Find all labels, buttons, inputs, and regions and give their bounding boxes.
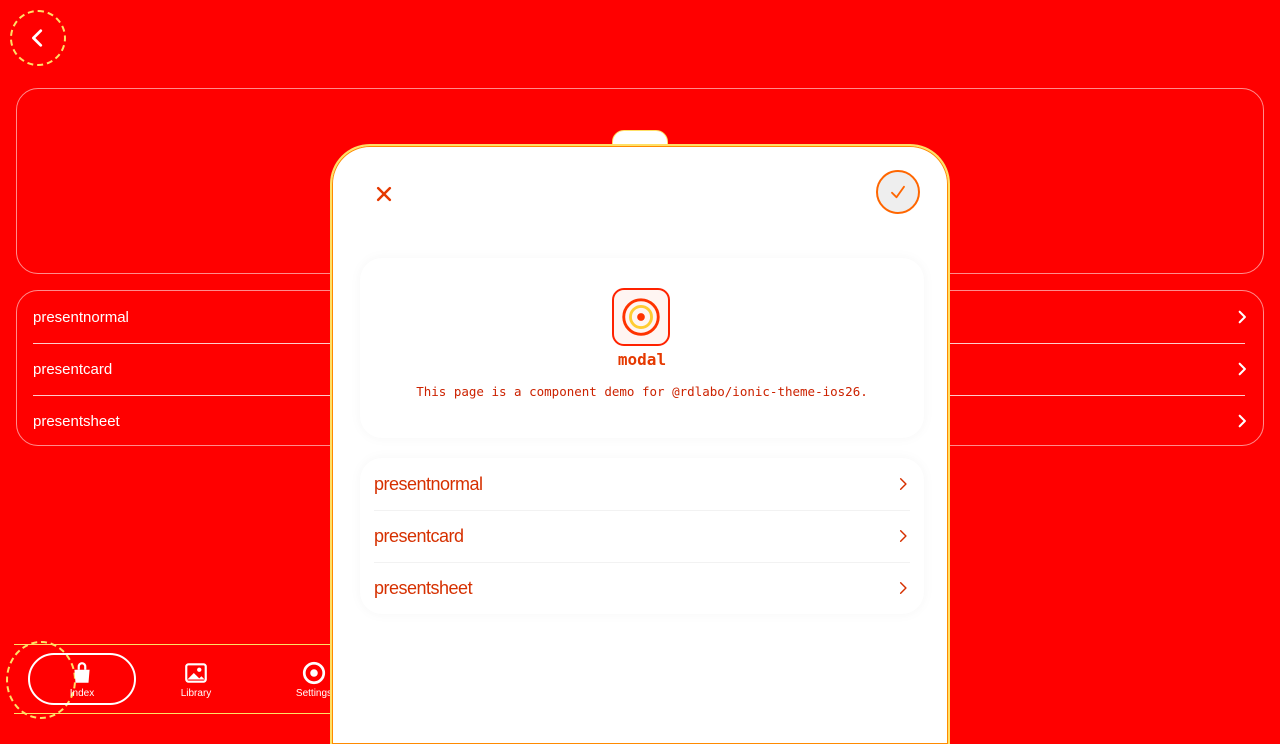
page-title: modal	[617, 350, 667, 369]
app-logo-icon	[612, 288, 670, 346]
tab-index[interactable]: Index	[28, 653, 136, 705]
checkmark-icon	[891, 185, 905, 199]
modal-list-item-presentcard[interactable]: presentcard	[360, 510, 924, 562]
list-item-label: presentsheet	[374, 577, 473, 598]
confirm-button[interactable]	[876, 170, 920, 214]
tab-library[interactable]: Library	[142, 653, 250, 705]
chevron-right-icon	[1238, 310, 1246, 324]
chevron-right-icon	[899, 478, 907, 490]
chevron-right-icon	[899, 582, 907, 594]
bag-icon	[74, 661, 90, 683]
chevron-right-icon	[1238, 414, 1246, 428]
list-item-label: presentnormal	[374, 473, 483, 494]
tab-label: Index	[69, 687, 95, 699]
modal-list: presentnormal presentcard presentsheet	[360, 458, 924, 614]
modal-header	[332, 166, 948, 226]
intro-card: modal This page is a component demo for …	[360, 258, 924, 438]
tab-label: Library	[180, 687, 212, 699]
image-icon	[185, 662, 207, 683]
modal-sheet: modal This page is a component demo for …	[330, 144, 950, 744]
settings-icon	[302, 661, 326, 684]
chevron-right-icon	[899, 530, 907, 542]
close-button[interactable]	[362, 172, 406, 216]
list-item-label: presentcard	[374, 525, 464, 546]
chevron-right-icon	[1238, 362, 1246, 376]
modal-list-item-presentnormal[interactable]: presentnormal	[360, 458, 924, 510]
tab-label: Settings	[295, 687, 333, 699]
tab-bar: Index Library Settings	[6, 641, 344, 719]
back-button[interactable]	[10, 10, 66, 66]
chevron-left-icon	[32, 29, 43, 47]
page-description: This page is a component demo for @rdlab…	[416, 384, 868, 399]
close-icon	[376, 186, 392, 202]
modal-list-item-presentsheet[interactable]: presentsheet	[360, 562, 924, 614]
